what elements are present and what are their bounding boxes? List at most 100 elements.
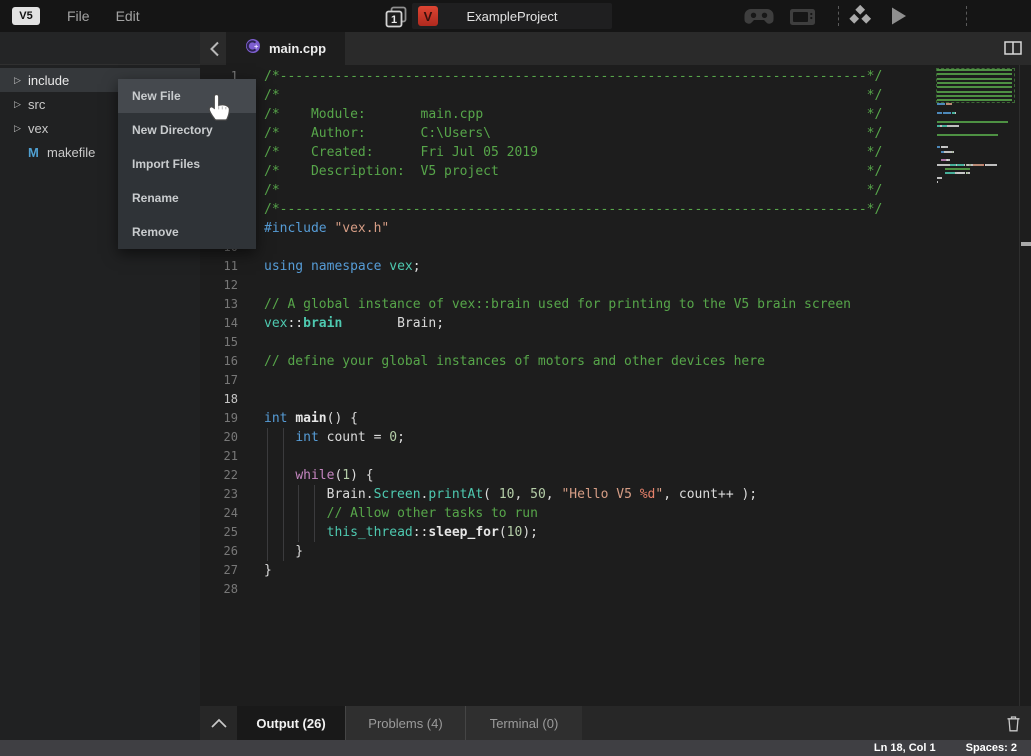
menu-bar: File Edit (67, 8, 140, 24)
code-line-15[interactable]: 15 (200, 333, 1031, 352)
menu-file[interactable]: File (67, 8, 90, 24)
line-number: 27 (200, 561, 248, 580)
chevron-right-icon[interactable]: ▷ (14, 99, 28, 110)
code-line-17[interactable]: 17 (200, 371, 1031, 390)
indent-guide (267, 485, 268, 504)
indent-guide (314, 485, 315, 504)
line-number: 14 (200, 314, 248, 333)
code-content (248, 276, 264, 295)
tree-item-label: makefile (47, 145, 95, 160)
code-content: } (248, 542, 303, 561)
code-content: /* Created: Fri Jul 05 2019 */ (248, 143, 882, 162)
code-line-18[interactable]: 18 (200, 390, 1031, 409)
line-number: 23 (200, 485, 248, 504)
code-content: Brain.Screen.printAt( 10, 50, "Hello V5 … (248, 485, 757, 504)
indent-guide (283, 428, 284, 447)
code-line-11[interactable]: 11using namespace vex; (200, 257, 1031, 276)
vex-v5-logo: V5 (12, 7, 40, 25)
cpp-file-icon: + (245, 38, 261, 59)
code-line-14[interactable]: 14vex::brain Brain; (200, 314, 1031, 333)
code-content (248, 371, 264, 390)
code-line-1[interactable]: 1/*-------------------------------------… (200, 67, 1031, 86)
line-number: 12 (200, 276, 248, 295)
line-number: 16 (200, 352, 248, 371)
indent-guide (283, 466, 284, 485)
code-line-27[interactable]: 27} (200, 561, 1031, 580)
scrollbar-track (1019, 65, 1020, 706)
code-content: /* Author: C:\Users\ */ (248, 124, 882, 143)
cursor-position[interactable]: Ln 18, Col 1 (874, 742, 936, 754)
download-icon[interactable] (847, 4, 873, 33)
code-line-24[interactable]: 24 // Allow other tasks to run (200, 504, 1031, 523)
code-line-13[interactable]: 13// A global instance of vex::brain use… (200, 295, 1031, 314)
indent-guide (314, 504, 315, 523)
code-content: // define your global instances of motor… (248, 352, 765, 371)
panel-tab-problems[interactable]: Problems (4) (345, 706, 465, 740)
code-content: /* Description: V5 project */ (248, 162, 882, 181)
panel-tab-output[interactable]: Output (26) (237, 706, 345, 740)
context-menu-item-new-directory[interactable]: New Directory (118, 113, 256, 147)
minimap[interactable] (935, 68, 1018, 568)
code-line-3[interactable]: 3/* Module: main.cpp */ (200, 105, 1031, 124)
line-number: 11 (200, 257, 248, 276)
line-number: 21 (200, 447, 248, 466)
context-menu-item-new-file[interactable]: New File (118, 79, 256, 113)
trash-icon[interactable] (1006, 715, 1021, 737)
editor-tab-strip: + main.cpp (200, 32, 1031, 65)
tree-item-label: vex (28, 121, 48, 136)
code-line-2[interactable]: 2/* */ (200, 86, 1031, 105)
code-line-8[interactable]: 8/*-------------------------------------… (200, 200, 1031, 219)
code-line-10[interactable]: 10 (200, 238, 1031, 257)
code-content (248, 447, 264, 466)
code-line-7[interactable]: 7/* */ (200, 181, 1031, 200)
chevron-up-icon[interactable] (200, 706, 237, 740)
code-line-21[interactable]: 21 (200, 447, 1031, 466)
slot-icon[interactable]: 1 (385, 6, 407, 33)
scrollbar-thumb[interactable] (1021, 242, 1031, 246)
back-chevron-icon[interactable] (207, 40, 225, 58)
line-number: 13 (200, 295, 248, 314)
code-line-9[interactable]: 9#include "vex.h" (200, 219, 1031, 238)
split-editor-icon[interactable] (1004, 41, 1022, 60)
code-line-28[interactable]: 28 (200, 580, 1031, 599)
context-menu-item-remove[interactable]: Remove (118, 215, 256, 249)
code-line-6[interactable]: 6/* Description: V5 project */ (200, 162, 1031, 181)
code-line-23[interactable]: 23 Brain.Screen.printAt( 10, 50, "Hello … (200, 485, 1031, 504)
code-line-20[interactable]: 20 int count = 0; (200, 428, 1031, 447)
play-icon[interactable] (890, 6, 908, 31)
tab-main-cpp[interactable]: + main.cpp (226, 32, 345, 65)
tab-label: main.cpp (269, 41, 326, 56)
code-content (248, 580, 264, 599)
project-name-field[interactable]: V ExampleProject (412, 3, 612, 29)
top-menu-bar: V5 File Edit 1 V ExampleProject (0, 0, 1031, 32)
code-line-12[interactable]: 12 (200, 276, 1031, 295)
brain-icon[interactable] (789, 8, 816, 31)
line-number: 26 (200, 542, 248, 561)
code-line-25[interactable]: 25 this_thread::sleep_for(10); (200, 523, 1031, 542)
controller-icon[interactable] (744, 7, 774, 31)
line-number: 22 (200, 466, 248, 485)
indent-guide (298, 485, 299, 504)
code-line-19[interactable]: 19int main() { (200, 409, 1031, 428)
chevron-right-icon[interactable]: ▷ (14, 123, 28, 134)
indentation-setting[interactable]: Spaces: 2 (966, 742, 1017, 754)
toolbar-divider (838, 6, 839, 26)
code-line-22[interactable]: 22 while(1) { (200, 466, 1031, 485)
code-content: /*--------------------------------------… (248, 200, 882, 219)
context-menu-item-rename[interactable]: Rename (118, 181, 256, 215)
project-name: ExampleProject (412, 9, 612, 24)
indent-guide (283, 523, 284, 542)
code-line-4[interactable]: 4/* Author: C:\Users\ */ (200, 124, 1031, 143)
line-number: 15 (200, 333, 248, 352)
indent-guide (283, 485, 284, 504)
code-line-16[interactable]: 16// define your global instances of mot… (200, 352, 1031, 371)
menu-edit[interactable]: Edit (116, 8, 140, 24)
panel-tab-terminal[interactable]: Terminal (0) (465, 706, 582, 740)
code-editor[interactable]: 1/*-------------------------------------… (200, 65, 1031, 706)
code-line-5[interactable]: 5/* Created: Fri Jul 05 2019 */ (200, 143, 1031, 162)
context-menu-item-import-files[interactable]: Import Files (118, 147, 256, 181)
code-content: /*--------------------------------------… (248, 67, 882, 86)
code-content: #include "vex.h" (248, 219, 389, 238)
code-line-26[interactable]: 26 } (200, 542, 1031, 561)
chevron-right-icon[interactable]: ▷ (14, 75, 28, 86)
